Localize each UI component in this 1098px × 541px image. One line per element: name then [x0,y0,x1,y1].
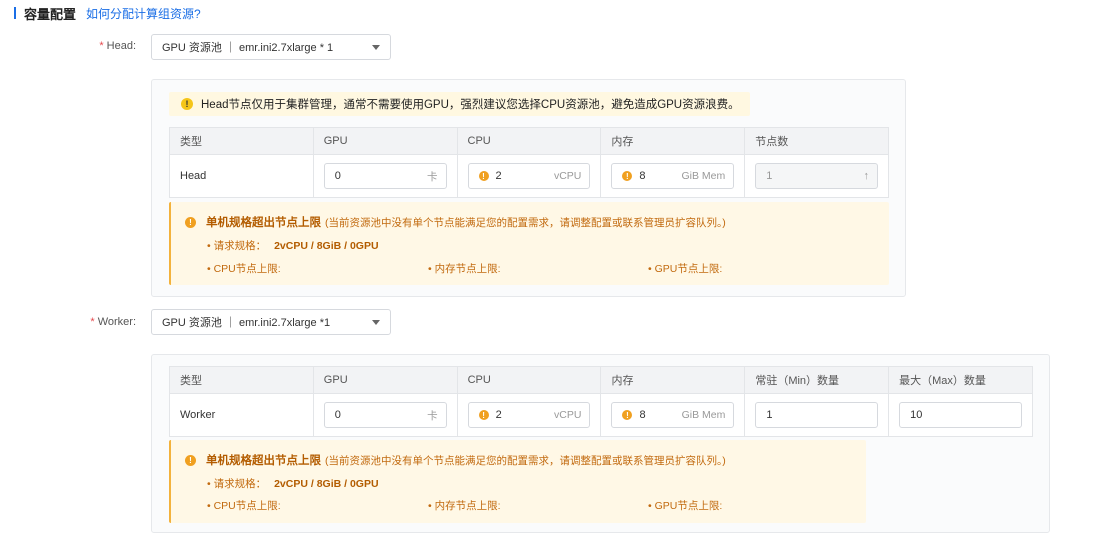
column-header: CPU [456,366,601,394]
worker-pool-select-value: GPU 资源池 ｜ emr.ini2.7xlarge *1 [162,317,331,329]
worker-field-label: * Worker: [90,316,136,328]
worker-mem-unit: GiB Mem [681,409,726,421]
worker-type-cell: Worker [180,409,216,421]
head-gpu-value: 0 [334,170,341,182]
worker-cpu-input[interactable]: ! 2 vCPU [467,402,591,428]
worker-mem-value: 8 [639,409,646,421]
required-asterisk: * [99,40,104,52]
warning-icon: ! [185,454,196,466]
chevron-down-icon [372,44,380,50]
alert-mem-limit: • 内存节点上限: [428,263,501,275]
column-header: 类型 [169,366,314,394]
worker-cpu-value: 2 [495,409,502,421]
head-spec-table: 类型 GPU CPU 内存 节点数 Head 0卡 ! 2 vCPU ! 8 GiB M… [169,127,889,198]
request-spec-value: 2vCPU / 8GiB / 0GPU [274,240,379,252]
worker-gpu-input[interactable]: 0卡 [323,402,447,428]
column-header: 内存 [600,127,745,155]
alert-cpu-limit: • CPU节点上限: [207,263,281,275]
worker-gpu-value: 0 [334,409,341,421]
column-header: CPU [456,127,601,155]
column-header: GPU [312,366,458,394]
worker-pool-select[interactable]: GPU 资源池 ｜ emr.ini2.7xlarge *1 [151,309,391,335]
worker-config-panel: 类型 GPU CPU 内存 常驻（Min）数量 最大（Max）数量 Worker… [151,354,1050,533]
column-header: 节点数 [744,127,889,155]
alert-request-spec: • 请求规格： 2vCPU / 8GiB / 0GPU [207,238,379,253]
exclamation-icon: ! [181,98,193,110]
alert-title: 单机规格超出节点上限 [206,455,321,467]
request-spec-value: 2vCPU / 8GiB / 0GPU [274,478,379,490]
worker-gpu-unit: 卡 [427,409,438,422]
alert-gpu-limit: • GPU节点上限: [648,500,723,512]
head-gpu-unit: 卡 [427,170,438,183]
help-link[interactable]: 如何分配计算组资源? [86,5,201,22]
head-nodes-input: 1 ↑ [755,163,878,189]
alert-cpu-limit: • CPU节点上限: [207,500,281,512]
alert-title-row: ! 单机规格超出节点上限 (当前资源池中没有单个节点能满足您的配置需求，请调整配… [185,452,726,468]
worker-max-value: 10 [910,409,923,421]
alert-title: 单机规格超出节点上限 [206,217,321,229]
head-tip-banner: ! Head节点仅用于集群管理，通常不需要使用GPU，强烈建议您选择CPU资源池… [169,92,750,116]
table-row: Head 0卡 ! 2 vCPU ! 8 GiB Mem 1 ↑ [170,154,889,198]
head-nodes-value: 1 [766,170,773,182]
head-pool-select-value: GPU 资源池 ｜ emr.ini2.7xlarge * 1 [162,42,334,54]
column-header: 内存 [600,366,745,394]
warning-icon: ! [478,171,489,181]
section-accent-bar [14,7,16,19]
column-header: 最大（Max）数量 [888,366,1033,394]
head-label-text: Head [106,40,133,52]
head-mem-unit: GiB Mem [681,170,726,182]
alert-request-spec: • 请求规格： 2vCPU / 8GiB / 0GPU [207,476,379,491]
alert-mem-limit: • 内存节点上限: [428,500,501,512]
worker-label-text: Worker [97,316,133,328]
head-tip-text: Head节点仅用于集群管理，通常不需要使用GPU，强烈建议您选择CPU资源池，避… [201,99,740,111]
worker-min-input[interactable]: 1 [755,402,879,428]
head-config-panel: ! Head节点仅用于集群管理，通常不需要使用GPU，强烈建议您选择CPU资源池… [151,79,906,297]
request-spec-label: • 请求规格： [207,478,267,490]
warning-icon: ! [622,410,633,420]
head-pool-select[interactable]: GPU 资源池 ｜ emr.ini2.7xlarge * 1 [151,34,391,60]
column-header: 类型 [169,127,314,155]
table-row: Worker 0卡 ! 2 vCPU ! 8 GiB Mem 1 10 [170,393,1033,437]
head-type-cell: Head [180,170,207,182]
worker-mem-input[interactable]: ! 8 GiB Mem [611,402,735,428]
chevron-down-icon [372,319,380,325]
head-field-label: * Head: [99,40,136,52]
alert-title-row: ! 单机规格超出节点上限 (当前资源池中没有单个节点能满足您的配置需求，请调整配… [185,214,726,230]
request-spec-label: • 请求规格： [207,240,267,252]
head-limit-alert: ! 单机规格超出节点上限 (当前资源池中没有单个节点能满足您的配置需求，请调整配… [169,202,889,285]
worker-min-value: 1 [766,409,773,421]
table-header-row: 类型 GPU CPU 内存 常驻（Min）数量 最大（Max）数量 [169,366,1033,394]
head-mem-input[interactable]: ! 8 GiB Mem [611,163,735,189]
column-header: 常驻（Min）数量 [744,366,889,394]
alert-subtitle: (当前资源池中没有单个节点能满足您的配置需求，请调整配置或联系管理员扩容队列。) [325,216,726,229]
head-gpu-input[interactable]: 0卡 [323,163,447,189]
alert-subtitle: (当前资源池中没有单个节点能满足您的配置需求，请调整配置或联系管理员扩容队列。) [325,454,726,467]
column-header: GPU [312,127,457,155]
section-title: 容量配置 [24,6,77,22]
head-cpu-value: 2 [495,170,502,182]
required-asterisk: * [90,316,95,328]
worker-max-input[interactable]: 10 [899,402,1022,428]
worker-spec-table: 类型 GPU CPU 内存 常驻（Min）数量 最大（Max）数量 Worker… [169,366,1033,437]
head-mem-value: 8 [639,170,646,182]
worker-limit-alert: ! 单机规格超出节点上限 (当前资源池中没有单个节点能满足您的配置需求，请调整配… [169,440,866,523]
table-header-row: 类型 GPU CPU 内存 节点数 [169,127,889,155]
warning-icon: ! [622,171,633,181]
section-header: 容量配置 如何分配计算组资源? [14,5,201,22]
arrow-up-icon: ↑ [863,170,870,182]
worker-cpu-unit: vCPU [554,409,582,421]
head-cpu-unit: vCPU [553,170,582,182]
warning-icon: ! [185,216,196,228]
warning-icon: ! [478,410,489,420]
head-cpu-input[interactable]: ! 2 vCPU [467,163,591,189]
alert-gpu-limit: • GPU节点上限: [648,263,723,275]
